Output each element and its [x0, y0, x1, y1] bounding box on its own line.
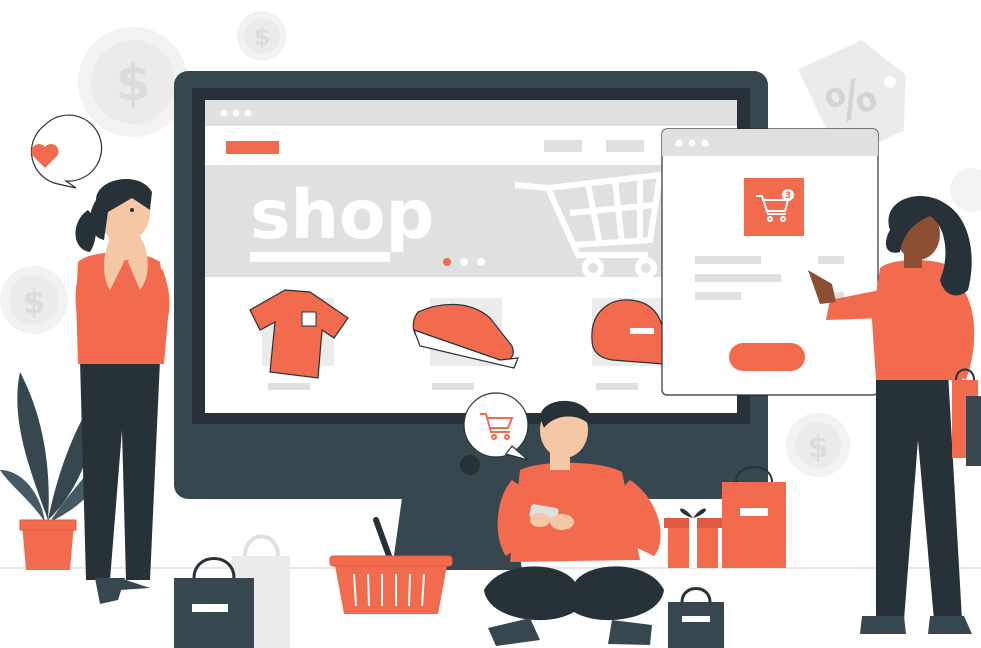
dollar-coin-icon: [950, 168, 981, 212]
carousel-dot: [460, 258, 468, 266]
product-popup: 3: [661, 128, 879, 396]
text-line: [818, 256, 844, 264]
dollar-coin-icon: $: [237, 11, 287, 61]
dollar-coin-icon: $: [0, 266, 68, 334]
svg-text:$: $: [116, 54, 151, 112]
svg-text:$: $: [808, 430, 829, 465]
banner-word: shop: [250, 176, 434, 255]
heart-bubble: [30, 114, 103, 189]
dollar-coin-icon: $: [786, 413, 850, 477]
text-line: [695, 274, 781, 282]
window-dot: [675, 139, 683, 147]
add-to-cart-button[interactable]: [729, 343, 805, 371]
svg-text:$: $: [23, 283, 45, 321]
window-dot: [688, 139, 696, 147]
shopping-bag-icon: [668, 587, 724, 648]
carousel-dot-active: [443, 258, 451, 266]
text-line: [695, 292, 741, 300]
cart-tile: [744, 178, 804, 236]
nav-link: [606, 140, 644, 152]
window-dot: [232, 109, 240, 117]
site-logo: [226, 141, 279, 154]
nav-link: [544, 140, 582, 152]
dollar-coin-icon: $: [78, 27, 188, 137]
cart-badge-count: 3: [785, 191, 791, 201]
banner-underline: [250, 252, 390, 262]
shopping-illustration: $ $ $ $ % shop 3: [0, 11, 981, 648]
window-dot: [244, 109, 252, 117]
gift-box-icon: [664, 508, 722, 568]
carousel-dot: [477, 258, 485, 266]
text-line: [695, 256, 761, 264]
woman-surprised: [75, 178, 170, 604]
monitor-power-button: [460, 455, 480, 475]
window-dot: [701, 139, 709, 147]
shopping-bag-icon: [722, 466, 786, 568]
window-dot: [220, 109, 228, 117]
svg-text:$: $: [254, 23, 271, 51]
